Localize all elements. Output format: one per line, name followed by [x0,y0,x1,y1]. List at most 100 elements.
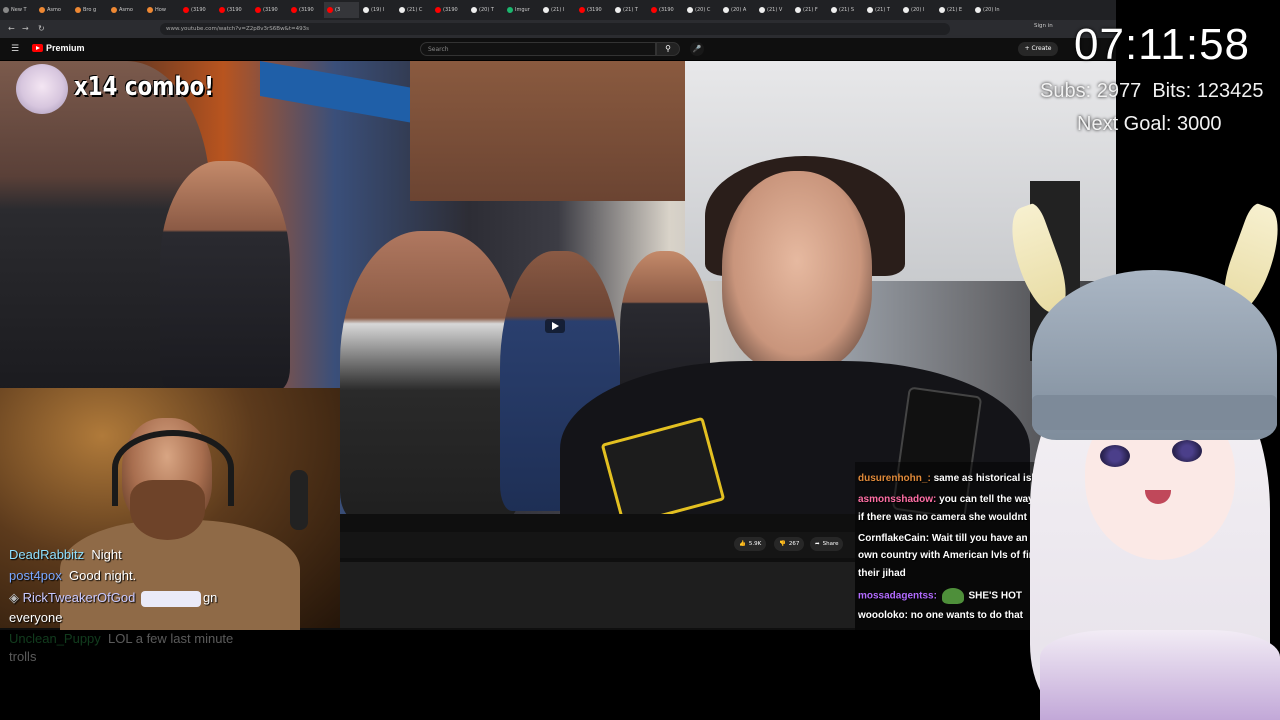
browser-tab[interactable]: Imgur [504,2,539,18]
tab-label: (20) T [479,7,494,13]
browser-tab[interactable]: (21) E [936,2,971,18]
tab-label: (3190 [263,7,278,13]
sign-in-link[interactable]: Sign in [1034,23,1053,29]
browser-tab[interactable]: (21) T [612,2,647,18]
chat-username: DeadRabbitz [9,547,85,562]
browser-tab[interactable]: (20) C [684,2,719,18]
tab-favicon-icon [291,7,297,13]
browser-tab[interactable]: (20) T [468,2,503,18]
youtube-play-icon [32,44,43,52]
tab-favicon-icon [507,7,513,13]
browser-tab[interactable]: (20) A [720,2,755,18]
tab-label: (20) In [983,7,1000,13]
tab-favicon-icon [183,7,189,13]
share-button[interactable]: ➦ Share [810,537,844,551]
browser-tab[interactable]: (3190 [576,2,611,18]
browser-tab[interactable]: (3190 [648,2,683,18]
browser-tab[interactable]: Bro g [72,2,107,18]
tab-label: New T [11,7,27,13]
browser-tab[interactable]: (21) C [396,2,431,18]
tab-label: Asmo [119,7,133,13]
browser-tab[interactable]: Asmo [36,2,71,18]
dislike-button[interactable]: 👎 267 [774,537,805,551]
officer-face [722,171,872,371]
browser-tab[interactable]: (3190 [288,2,323,18]
tab-label: (21) S [839,7,855,13]
browser-tab[interactable]: How [144,2,179,18]
tab-label: (3190 [587,7,602,13]
chat-message: Good night. [69,568,137,583]
webcam-chat-line: trolls [9,649,36,664]
video-description-box[interactable] [340,562,855,628]
create-button[interactable]: + Create [1018,42,1058,56]
search-input[interactable]: Search [420,42,656,56]
browser-tab[interactable]: (3190 [216,2,251,18]
subs-value: 2977 [1096,80,1142,102]
chat-message: trolls [9,649,37,664]
browser-tab[interactable]: Asmo [108,2,143,18]
browser-tab[interactable]: (20) I [900,2,935,18]
vtuber-left-eye [1100,445,1130,467]
tab-label: (3 [335,7,341,13]
tab-label: Imgur [515,7,530,13]
webcam-chat-line: post4pox Good night. [9,568,136,583]
webcam-chat-line: Unclean_Puppy LOL a few last minute [9,631,233,646]
microphone [290,470,308,530]
browser-tab[interactable]: (3 [324,2,359,18]
tab-favicon-icon [363,7,369,13]
chat-message: everyone [9,610,63,625]
tab-label: (21) T [623,7,638,13]
goal-value: 3000 [1177,113,1222,135]
vtuber-outfit [1040,630,1280,720]
tab-favicon-icon [939,7,945,13]
browser-tab[interactable]: (21) I [540,2,575,18]
sub-bits-counter: Subs: 2977 Bits: 123425 [1040,80,1264,103]
browser-tab[interactable]: (3190 [252,2,287,18]
tab-favicon-icon [3,7,9,13]
tab-label: (20) I [911,7,925,13]
next-goal: Next Goal: 3000 [1077,113,1222,136]
youtube-logo[interactable]: Premium [32,43,85,53]
forward-icon[interactable]: → [22,24,29,33]
browser-tab[interactable]: (3190 [180,2,215,18]
tab-label: (19) I [371,7,385,13]
tab-favicon-icon [219,7,225,13]
address-bar[interactable]: www.youtube.com/watch?v=Z2p8v3rS6Bw&t=49… [160,23,950,35]
webcam-chat-line: everyone [9,610,62,625]
bits-value: 123425 [1196,80,1264,102]
tab-label: (3190 [227,7,242,13]
dislike-count: 267 [788,541,800,547]
browser-tab[interactable]: (21) V [756,2,791,18]
tab-favicon-icon [435,7,441,13]
browser-tab[interactable]: (19) I [360,2,395,18]
chat-username: mossadagentss: [858,590,937,602]
tab-label: (20) C [695,7,711,13]
chat-message: SHE'S HOT [968,590,1022,602]
back-icon[interactable]: ← [8,24,15,33]
reload-icon[interactable]: ↻ [38,24,45,33]
menu-icon[interactable]: ☰ [11,44,19,54]
tab-favicon-icon [903,7,909,13]
chat-username: woooloko: [858,610,908,621]
goal-label: Next Goal: [1077,113,1172,135]
tab-favicon-icon [831,7,837,13]
browser-tab[interactable]: (21) S [828,2,863,18]
chat-message: gn [202,590,218,605]
tab-favicon-icon [471,7,477,13]
webcam-chat-line: ◈ RickTweakerOfGod gn [9,590,217,607]
search-icon[interactable]: ⚲ [656,42,680,56]
browser-tab[interactable]: (20) In [972,2,1007,18]
browser-tab[interactable]: New T [0,2,35,18]
tab-label: (21) C [407,7,423,13]
browser-tab[interactable]: (21) T [864,2,899,18]
browser-tab[interactable]: (3190 [432,2,467,18]
tab-favicon-icon [111,7,117,13]
combo-avatar-icon [16,64,68,114]
tab-label: (20) A [731,7,747,13]
like-button[interactable]: 👍 5.9K [734,537,767,551]
stream-chat-line: woooloko: no one wants to do that [858,610,1023,621]
microphone-icon[interactable]: 🎤 [690,42,704,56]
play-icon[interactable] [545,319,565,333]
tab-label: (3190 [299,7,314,13]
browser-tab[interactable]: (21) F [792,2,827,18]
